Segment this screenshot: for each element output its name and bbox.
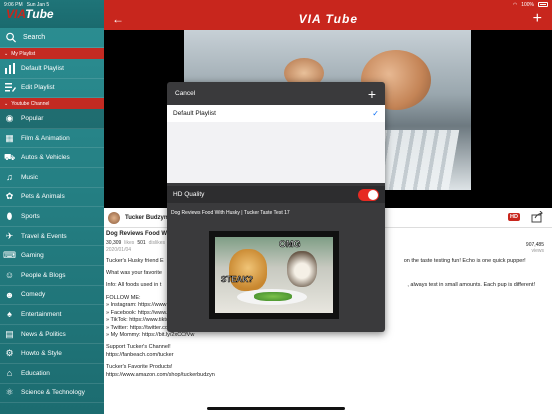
status-time: 9:06 PM xyxy=(4,1,23,8)
masks-icon: ♠ xyxy=(7,309,12,320)
modal-toolbar: Cancel + xyxy=(167,82,385,105)
modal-video-title: Dog Reviews Food With Husky | Tucker Tas… xyxy=(171,210,290,216)
sidebar-search[interactable]: Search xyxy=(0,28,104,48)
sidebar-item-popular[interactable]: ◉ Popular xyxy=(0,109,104,129)
sidebar-item-travel-events[interactable]: ✈ Travel & Events xyxy=(0,227,104,247)
plus-icon[interactable]: + xyxy=(533,11,542,27)
wifi-icon: ◠ xyxy=(512,1,518,8)
hd-badge[interactable]: HD xyxy=(508,213,520,221)
search-label: Search xyxy=(23,34,46,41)
comedy-icon: ☻ xyxy=(4,289,15,300)
plane-icon: ✈ xyxy=(5,230,14,241)
hd-quality-label: HD Quality xyxy=(173,191,205,198)
edit-list-icon xyxy=(3,82,16,93)
chevron-down-icon: ⌄ xyxy=(4,100,9,107)
sidebar-item-pets-animals[interactable]: ✿ Pets & Animals xyxy=(0,188,104,208)
section-youtube-channel: ⌄ Youtube Channel xyxy=(0,98,104,110)
battery-percent: 100% xyxy=(521,1,534,8)
sidebar-logo: VIATube xyxy=(6,7,54,21)
playlist-list: Default Playlist ✓ xyxy=(167,105,385,183)
sidebar-item-science-technology[interactable]: ⚛ Science & Technology xyxy=(0,384,104,404)
graduation-cap-icon: ⌂ xyxy=(6,368,13,379)
sidebar-item-film-animation[interactable]: ▦ Film & Animation xyxy=(0,129,104,149)
section-my-playlist: ⌄ My Playlist xyxy=(0,48,104,59)
sidebar-item-people-blogs[interactable]: ☺ People & Blogs xyxy=(0,266,104,286)
sidebar-item-music[interactable]: ♫ Music xyxy=(0,168,104,188)
music-icon: ♫ xyxy=(6,172,13,183)
sidebar-item-education[interactable]: ⌂ Education xyxy=(0,364,104,384)
plus-icon[interactable]: + xyxy=(368,87,376,101)
car-icon: ⛟ xyxy=(3,151,16,162)
avatar[interactable] xyxy=(108,211,120,224)
sidebar: VIATube Search ⌄ My Playlist Default Pla… xyxy=(0,0,104,414)
chevron-down-icon: ⌄ xyxy=(4,50,9,57)
battery-icon xyxy=(538,2,548,7)
status-date: Sun Jan 5 xyxy=(26,1,50,8)
paw-icon: ✿ xyxy=(5,191,14,202)
atom-icon: ⚛ xyxy=(5,387,14,398)
video-thumbnail: OMG STEAK? xyxy=(209,231,339,319)
film-icon: ▦ xyxy=(5,132,14,143)
status-bar: 9:06 PM Sun Jan 5 ◠ 100% xyxy=(0,0,552,9)
gears-icon: ⚙ xyxy=(5,348,14,359)
channel-list: ◉ Popular ▦ Film & Animation ⛟ Autos & Vehicl… xyxy=(0,109,104,404)
popular-icon: ◉ xyxy=(5,112,14,123)
support-links[interactable]: Support Tucker's Channel! https://fanbea… xyxy=(106,344,546,359)
app-window: VIATube Search ⌄ My Playlist Default Pla… xyxy=(0,0,552,414)
bar-chart-icon xyxy=(3,62,16,74)
sidebar-item-news-politics[interactable]: ▤ News & Politics xyxy=(0,325,104,345)
thumbnail-text: OMG xyxy=(279,239,301,250)
share-icon[interactable] xyxy=(531,211,543,223)
sidebar-item-gaming[interactable]: ⌨ Gaming xyxy=(0,246,104,266)
gamepad-icon: ⌨ xyxy=(3,250,16,261)
home-indicator xyxy=(207,407,345,410)
search-icon xyxy=(4,32,17,43)
channel-name[interactable]: Tucker Budzyn xyxy=(125,215,168,221)
sidebar-item-entertainment[interactable]: ♠ Entertainment xyxy=(0,305,104,325)
sidebar-item-comedy[interactable]: ☻ Comedy xyxy=(0,286,104,306)
sidebar-item-howto-style[interactable]: ⚙ Howto & Style xyxy=(0,344,104,364)
playlist-item-default[interactable]: Default Playlist ✓ xyxy=(167,105,385,122)
header-logo: VIA Tube xyxy=(298,12,358,26)
checkmark-icon: ✓ xyxy=(372,109,379,118)
total-views: 907,485 views xyxy=(525,242,544,254)
hd-quality-toggle[interactable] xyxy=(358,188,379,201)
sidebar-item-sports[interactable]: ⬮ Sports xyxy=(0,207,104,227)
cancel-button[interactable]: Cancel xyxy=(175,90,195,97)
people-icon: ☺ xyxy=(4,270,15,281)
product-links[interactable]: Tucker's Favorite Products! https://www.… xyxy=(106,364,546,379)
thumbnail-text: STEAK? xyxy=(221,275,254,285)
sidebar-item-edit-playlist[interactable]: Edit Playlist xyxy=(0,79,104,99)
back-arrow-icon[interactable]: ← xyxy=(112,12,124,26)
newspaper-icon: ▤ xyxy=(5,328,14,339)
football-icon: ⬮ xyxy=(6,210,13,221)
sidebar-item-autos-vehicles[interactable]: ⛟ Autos & Vehicles xyxy=(0,148,104,168)
hd-quality-row: HD Quality xyxy=(167,186,385,203)
sidebar-item-default-playlist[interactable]: Default Playlist xyxy=(0,59,104,79)
